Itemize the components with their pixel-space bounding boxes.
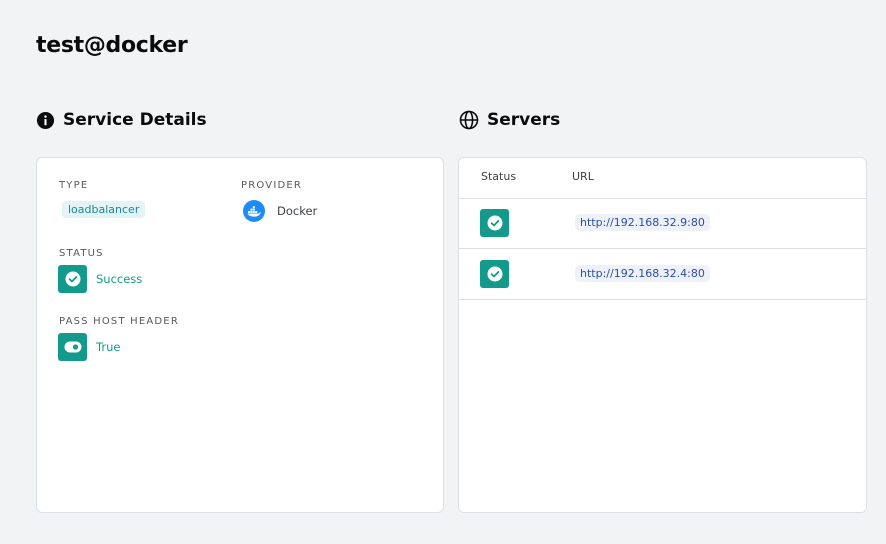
pass-host-header-label: PASS HOST HEADER	[59, 316, 179, 327]
table-row[interactable]: http://192.168.32.9:80	[459, 198, 866, 249]
server-url-link[interactable]: http://192.168.32.9:80	[575, 214, 710, 231]
check-circle-icon	[58, 265, 87, 293]
page-title: test@docker	[36, 33, 188, 58]
service-details-title: Service Details	[63, 110, 207, 130]
pass-host-header-indicator: True	[58, 333, 120, 361]
docker-icon	[243, 200, 265, 222]
pass-host-header-value: True	[96, 340, 121, 354]
check-circle-icon	[480, 209, 509, 237]
column-header-status: Status	[481, 170, 517, 183]
check-circle-icon	[480, 260, 509, 288]
provider-value: Docker	[277, 204, 318, 218]
provider: Docker	[243, 200, 317, 222]
info-icon	[36, 111, 55, 130]
service-details-header: Service Details	[36, 110, 207, 130]
status-value: Success	[96, 272, 143, 286]
status-indicator: Success	[58, 265, 142, 293]
server-url-link[interactable]: http://192.168.32.4:80	[575, 265, 710, 282]
provider-label: PROVIDER	[241, 180, 303, 191]
service-details-card: TYPE loadbalancer PROVIDER Docker STATUS	[36, 157, 444, 513]
type-label: TYPE	[59, 180, 89, 191]
type-badge: loadbalancer	[62, 201, 146, 218]
servers-card: Status URL http://192.168.32.9:80 http:/…	[458, 157, 867, 513]
globe-icon	[459, 110, 479, 130]
servers-table-header: Status URL	[459, 158, 866, 199]
servers-header: Servers	[459, 110, 560, 130]
servers-title: Servers	[487, 110, 561, 130]
table-row[interactable]: http://192.168.32.4:80	[459, 249, 866, 300]
column-header-url: URL	[572, 170, 594, 183]
status-label: STATUS	[59, 248, 104, 259]
toggle-icon	[58, 333, 87, 361]
